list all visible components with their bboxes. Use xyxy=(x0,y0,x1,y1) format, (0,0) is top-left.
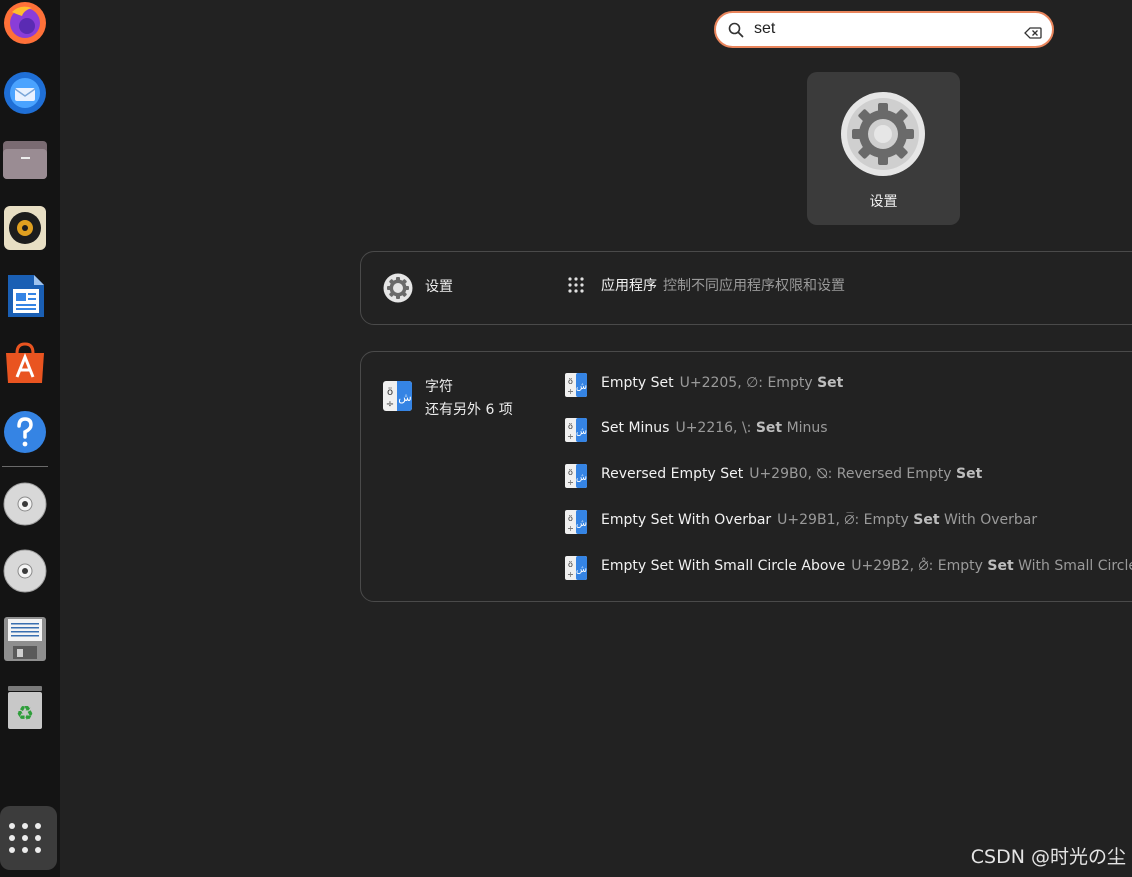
app-result-label: 设置 xyxy=(869,194,898,210)
clear-search-icon[interactable] xyxy=(1024,24,1042,43)
search-icon xyxy=(728,22,744,42)
svg-text:ö: ö xyxy=(568,468,573,477)
thunderbird-icon[interactable] xyxy=(2,69,48,115)
characters-app-icon: ö ÷ ش xyxy=(565,418,587,446)
svg-text:÷: ÷ xyxy=(567,432,574,441)
settings-search-provider: 设置 应用程序 控制不同应用程序权限和设置 xyxy=(360,251,1132,325)
help-icon[interactable] xyxy=(2,409,48,455)
result-description: U+2205, ∅: Empty Set xyxy=(679,375,844,391)
characters-app-icon: ö ÷ ش xyxy=(383,381,412,415)
dock-separator xyxy=(2,466,48,467)
provider-more-count: 还有另外 6 项 xyxy=(425,402,513,418)
svg-text:ش: ش xyxy=(398,391,411,404)
svg-text:ö: ö xyxy=(568,422,573,431)
settings-gear-icon xyxy=(840,91,926,181)
rhythmbox-icon[interactable] xyxy=(2,205,48,251)
svg-text:ش: ش xyxy=(576,427,587,437)
apps-grid-icon xyxy=(565,275,589,299)
svg-text:ش: ش xyxy=(576,565,587,575)
watermark: CSDN @时光の尘 xyxy=(970,846,1126,868)
result-description: U+29B2, ⦲: Empty Set With Small Circle A… xyxy=(851,558,1132,574)
result-description: U+29B0, ⦰: Reversed Empty Set xyxy=(749,466,983,482)
svg-text:÷: ÷ xyxy=(386,399,394,410)
provider-name: 设置 xyxy=(425,279,453,295)
svg-text:ش: ش xyxy=(576,519,587,529)
result-title: 应用程序 控制不同应用程序权限和设置 xyxy=(601,278,845,294)
result-title: Empty Set With Small Circle Above U+29B2,… xyxy=(601,558,1132,574)
trash-icon[interactable]: ♻ xyxy=(2,684,48,730)
characters-app-icon: ö ÷ ش xyxy=(565,464,587,492)
result-title: Reversed Empty Set U+29B0, ⦰: Reversed Em… xyxy=(601,466,983,482)
svg-text:ö: ö xyxy=(568,560,573,569)
result-description: 控制不同应用程序权限和设置 xyxy=(663,278,845,294)
svg-text:÷: ÷ xyxy=(567,524,574,533)
app-center-icon[interactable] xyxy=(2,341,48,387)
result-description: U+2216, \: Set Minus xyxy=(675,420,828,436)
result-title: Set Minus U+2216, \: Set Minus xyxy=(601,420,828,436)
svg-text:ö: ö xyxy=(387,387,393,398)
svg-text:ش: ش xyxy=(576,382,587,392)
characters-search-provider: ö ÷ ش 字符 还有另外 6 项 ö ÷ ش Empty Set U+2205, ∅:… xyxy=(360,351,1132,602)
svg-text:÷: ÷ xyxy=(567,570,574,579)
dock: ♻ xyxy=(0,0,60,877)
files-icon[interactable] xyxy=(2,137,48,183)
result-description: U+29B1, ⦱: Empty Set With Overbar xyxy=(777,512,1038,528)
disc-icon[interactable] xyxy=(2,548,48,594)
result-title: Empty Set U+2205, ∅: Empty Set xyxy=(601,375,844,391)
result-title: Empty Set With Overbar U+29B1, ⦱: Empty S… xyxy=(601,512,1038,528)
characters-app-icon: ö ÷ ش xyxy=(565,510,587,538)
svg-text:ö: ö xyxy=(568,514,573,523)
search-entry[interactable] xyxy=(714,11,1054,48)
disc-icon[interactable] xyxy=(2,481,48,527)
svg-text:ö: ö xyxy=(568,377,573,386)
svg-text:ش: ش xyxy=(576,473,587,483)
svg-text:♻: ♻ xyxy=(16,701,34,725)
floppy-drive-icon[interactable] xyxy=(2,616,48,662)
firefox-icon[interactable] xyxy=(2,0,48,46)
characters-app-icon: ö ÷ ش xyxy=(565,373,587,401)
settings-gear-icon xyxy=(383,273,413,307)
characters-app-icon: ö ÷ ش xyxy=(565,556,587,584)
svg-text:÷: ÷ xyxy=(567,478,574,487)
search-input[interactable] xyxy=(754,17,1014,41)
provider-name: 字符 xyxy=(425,379,453,395)
show-apps-button[interactable] xyxy=(0,806,57,870)
app-result-settings[interactable]: 设置 xyxy=(807,72,960,225)
svg-text:÷: ÷ xyxy=(567,387,574,396)
libreoffice-writer-icon[interactable] xyxy=(2,273,48,319)
